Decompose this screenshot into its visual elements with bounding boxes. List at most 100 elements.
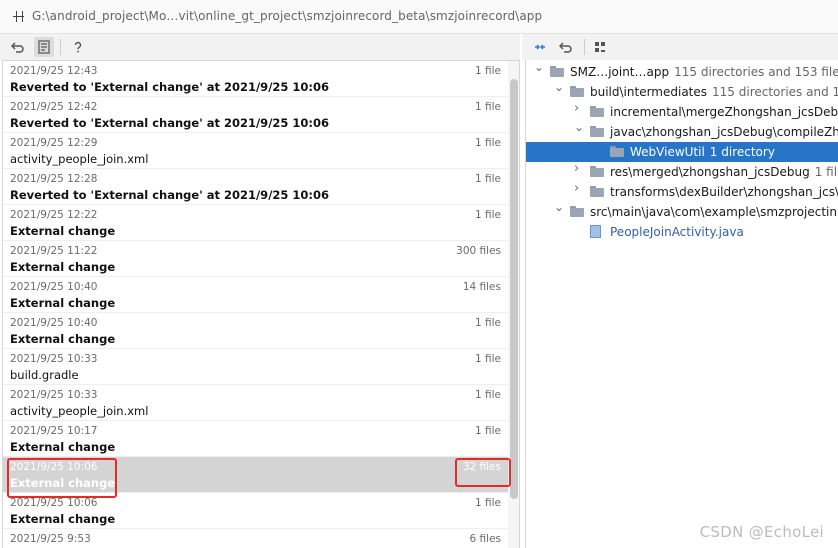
tree-node-name: build\intermediates bbox=[590, 85, 708, 99]
tree-node-count: 115 directories and 153 files bbox=[712, 85, 838, 99]
window-title: G:\android_project\Mo…vit\online_gt_proj… bbox=[32, 9, 543, 23]
tree-node-name: src\main\java\com\example\smzprojectinpu… bbox=[590, 205, 838, 219]
revision-row[interactable]: 2021/9/25 9:53 6 files bbox=[3, 529, 508, 548]
revision-label: Reverted to 'External change' at 2021/9/… bbox=[10, 188, 330, 202]
revision-row[interactable]: 2021/9/25 10:40 14 files External change bbox=[3, 277, 508, 313]
revision-row[interactable]: 2021/9/25 10:17 1 file External change bbox=[3, 421, 508, 457]
scrollbar-thumb[interactable] bbox=[510, 79, 518, 499]
revision-date: 2021/9/25 10:40 bbox=[10, 317, 98, 329]
revision-file-count: 6 files bbox=[469, 533, 501, 545]
revision-file-count: 1 file bbox=[474, 353, 501, 365]
revision-file-count: 1 file bbox=[474, 137, 501, 149]
revision-label: External change bbox=[10, 332, 116, 346]
revision-date: 2021/9/25 10:33 bbox=[10, 353, 98, 365]
tree-node-label: incremental\mergeZhongshan_jcsDebugResou… bbox=[610, 105, 838, 119]
revision-label: External change bbox=[10, 440, 116, 454]
tree-node-name: incremental\mergeZhongshan_jcsDebugResou… bbox=[610, 105, 838, 119]
revision-file-count: 1 file bbox=[474, 389, 501, 401]
revert-icon[interactable] bbox=[556, 37, 576, 57]
highlight-box-label bbox=[7, 458, 117, 498]
revision-file-count: 1 file bbox=[474, 317, 501, 329]
revision-label: activity_people_join.xml bbox=[10, 152, 149, 166]
revision-row[interactable]: 2021/9/25 10:33 1 file build.gradle bbox=[3, 349, 508, 385]
revision-row[interactable]: 2021/9/25 12:29 1 file activity_people_joi… bbox=[3, 133, 508, 169]
tree-node-name: transforms\dexBuilder\zhongshan_jcs\debu… bbox=[610, 185, 838, 199]
revision-label: External change bbox=[10, 296, 116, 310]
revision-row[interactable]: 2021/9/25 10:33 1 file activity_people_joi… bbox=[3, 385, 508, 421]
revision-row[interactable]: 2021/9/25 12:42 1 file Reverted to 'Extern… bbox=[3, 97, 508, 133]
chevron-down-icon[interactable]: ⌄ bbox=[574, 122, 584, 133]
tree-node-label: transforms\dexBuilder\zhongshan_jcs\debu… bbox=[610, 185, 838, 199]
chevron-right-icon[interactable]: › bbox=[574, 162, 583, 175]
revision-row[interactable]: 2021/9/25 12:28 1 file Reverted to 'Extern… bbox=[3, 169, 508, 205]
revision-date: 2021/9/25 12:43 bbox=[10, 65, 98, 77]
revision-file-count: 1 file bbox=[474, 425, 501, 437]
chevron-right-icon[interactable]: › bbox=[574, 182, 583, 195]
tree-node-label: build\intermediates 115 directories and 1… bbox=[590, 85, 838, 99]
highlight-box-count bbox=[455, 458, 511, 487]
revision-row[interactable]: 2021/9/25 12:22 1 file External change bbox=[3, 205, 508, 241]
tree-node-count: 1 directory bbox=[709, 145, 775, 159]
revision-date: 2021/9/25 12:29 bbox=[10, 137, 98, 149]
revision-label: External change bbox=[10, 512, 116, 526]
revision-date: 2021/9/25 10:06 bbox=[10, 497, 98, 509]
revision-row[interactable]: 2021/9/25 10:40 1 file External change bbox=[3, 313, 508, 349]
revision-file-count: 1 file bbox=[474, 497, 501, 509]
group-icon[interactable] bbox=[590, 37, 610, 57]
revision-label: Reverted to 'External change' at 2021/9/… bbox=[10, 116, 330, 130]
revision-date: 2021/9/25 11:22 bbox=[10, 245, 98, 257]
revision-row[interactable]: 2021/9/25 12:43 1 file Reverted to 'Extern… bbox=[3, 61, 508, 97]
revision-file-count: 300 files bbox=[456, 245, 501, 257]
tree-node-name: PeopleJoinActivity.java bbox=[610, 225, 744, 239]
history-toolbar bbox=[0, 34, 520, 60]
folder-icon bbox=[570, 206, 584, 217]
tree-node[interactable]: ⌄ javac\zhongshan_jcsDebug\compileZhongsh… bbox=[526, 122, 838, 142]
revision-date: 2021/9/25 10:33 bbox=[10, 389, 98, 401]
tree-node-name: WebViewUtil bbox=[630, 145, 705, 159]
changed-files-tree[interactable]: ⌄ SMZ…joint…app 115 directories and 153 fi… bbox=[525, 60, 838, 548]
revision-row[interactable]: 2021/9/25 11:22 300 files External change bbox=[3, 241, 508, 277]
revision-label: activity_people_join.xml bbox=[10, 404, 149, 418]
folder-icon bbox=[590, 126, 604, 137]
title-bar: G:\android_project\Mo…vit\online_gt_proj… bbox=[0, 0, 838, 34]
revision-list-pane: 2021/9/25 12:43 1 file Reverted to 'Extern… bbox=[2, 60, 520, 548]
help-icon[interactable] bbox=[68, 37, 88, 57]
revision-date: 2021/9/25 10:40 bbox=[10, 281, 98, 293]
revision-file-count: 14 files bbox=[462, 281, 501, 293]
revision-file-count: 1 file bbox=[474, 173, 501, 185]
chevron-down-icon[interactable]: ⌄ bbox=[554, 82, 564, 93]
tree-node-label: src\main\java\com\example\smzprojectinpu… bbox=[590, 205, 838, 219]
tree-node[interactable]: WebViewUtil 1 directory bbox=[526, 142, 838, 162]
tree-node[interactable]: ⌄ SMZ…joint…app 115 directories and 153 fi… bbox=[526, 62, 838, 82]
revision-date: 2021/9/25 10:17 bbox=[10, 425, 98, 437]
revision-row[interactable]: 2021/9/25 10:06 1 file External change bbox=[3, 493, 508, 529]
folder-icon bbox=[590, 186, 604, 197]
tree-node[interactable]: ⌄ src\main\java\com\example\smzprojectinp… bbox=[526, 202, 838, 222]
revision-label: External change bbox=[10, 224, 116, 238]
tree-node-label: res\merged\zhongshan_jcsDebug 1 file bbox=[610, 165, 838, 179]
toolbar-separator bbox=[584, 39, 585, 55]
tree-node[interactable]: › res\merged\zhongshan_jcsDebug 1 file bbox=[526, 162, 838, 182]
tree-node[interactable]: › incremental\mergeZhongshan_jcsDebugReso… bbox=[526, 102, 838, 122]
tree-node-label: javac\zhongshan_jcsDebug\compileZhongsha… bbox=[610, 125, 838, 139]
watermark: CSDN @EchoLei bbox=[699, 523, 824, 541]
tree-node-label: WebViewUtil 1 directory bbox=[630, 145, 775, 159]
tree-node-count: 115 directories and 153 files bbox=[674, 65, 838, 79]
chevron-down-icon[interactable]: ⌄ bbox=[534, 62, 544, 73]
folder-icon bbox=[590, 166, 604, 177]
revision-date: 2021/9/25 12:42 bbox=[10, 101, 98, 113]
revision-label: build.gradle bbox=[10, 368, 79, 382]
chevron-down-icon[interactable]: ⌄ bbox=[554, 202, 564, 213]
chevron-right-icon[interactable]: › bbox=[574, 102, 583, 115]
tree-node-name: javac\zhongshan_jcsDebug\compileZhongsha… bbox=[610, 125, 838, 139]
tree-node[interactable]: PeopleJoinActivity.java bbox=[526, 222, 838, 242]
collapse-icon[interactable] bbox=[530, 37, 550, 57]
tree-node-label: SMZ…joint…app 115 directories and 153 fil… bbox=[570, 65, 838, 79]
diff-icon[interactable] bbox=[34, 37, 54, 57]
toolbar-separator bbox=[60, 39, 61, 55]
folder-icon bbox=[610, 146, 624, 157]
tree-node[interactable]: ⌄ build\intermediates 115 directories and … bbox=[526, 82, 838, 102]
revision-label: External change bbox=[10, 260, 116, 274]
tree-node[interactable]: › transforms\dexBuilder\zhongshan_jcs\deb… bbox=[526, 182, 838, 202]
revert-icon[interactable] bbox=[8, 37, 28, 57]
